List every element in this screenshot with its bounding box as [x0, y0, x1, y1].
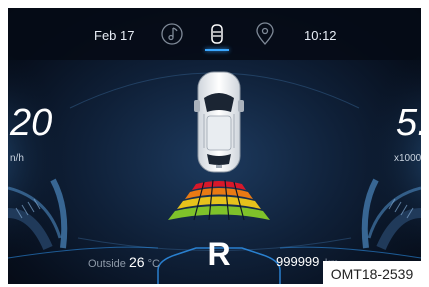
- active-tab-indicator: [205, 49, 229, 51]
- odometer-value: 999999: [276, 254, 320, 269]
- speed-value: 20: [10, 102, 53, 144]
- outside-label: Outside: [88, 258, 126, 270]
- date-display: Feb 17: [94, 28, 135, 43]
- rpm-value: 5.: [396, 102, 421, 144]
- music-icon[interactable]: [159, 21, 185, 47]
- outside-temperature: Outside 26 °C: [88, 254, 160, 270]
- speed-unit: n/h: [10, 153, 24, 164]
- clock-display: 10:12: [304, 28, 337, 43]
- location-pin-icon[interactable]: [252, 21, 278, 47]
- sensor-zone-4: [168, 206, 270, 220]
- rear-parking-sensor: [168, 179, 270, 221]
- outside-temp-value: 26: [128, 254, 145, 270]
- vehicle-status-icon[interactable]: [204, 21, 230, 47]
- gear-indicator: R: [207, 236, 231, 272]
- car-top-view-icon: [194, 71, 244, 173]
- rpm-unit: x1000: [394, 153, 421, 164]
- reference-code-label: OMT18-2539: [323, 261, 421, 287]
- status-bar: Feb 17 10:12: [8, 8, 421, 60]
- instrument-cluster-display: Feb 17 10:12 20 n/h 5. x1000: [8, 8, 421, 284]
- outside-temp-unit: °C: [147, 258, 160, 270]
